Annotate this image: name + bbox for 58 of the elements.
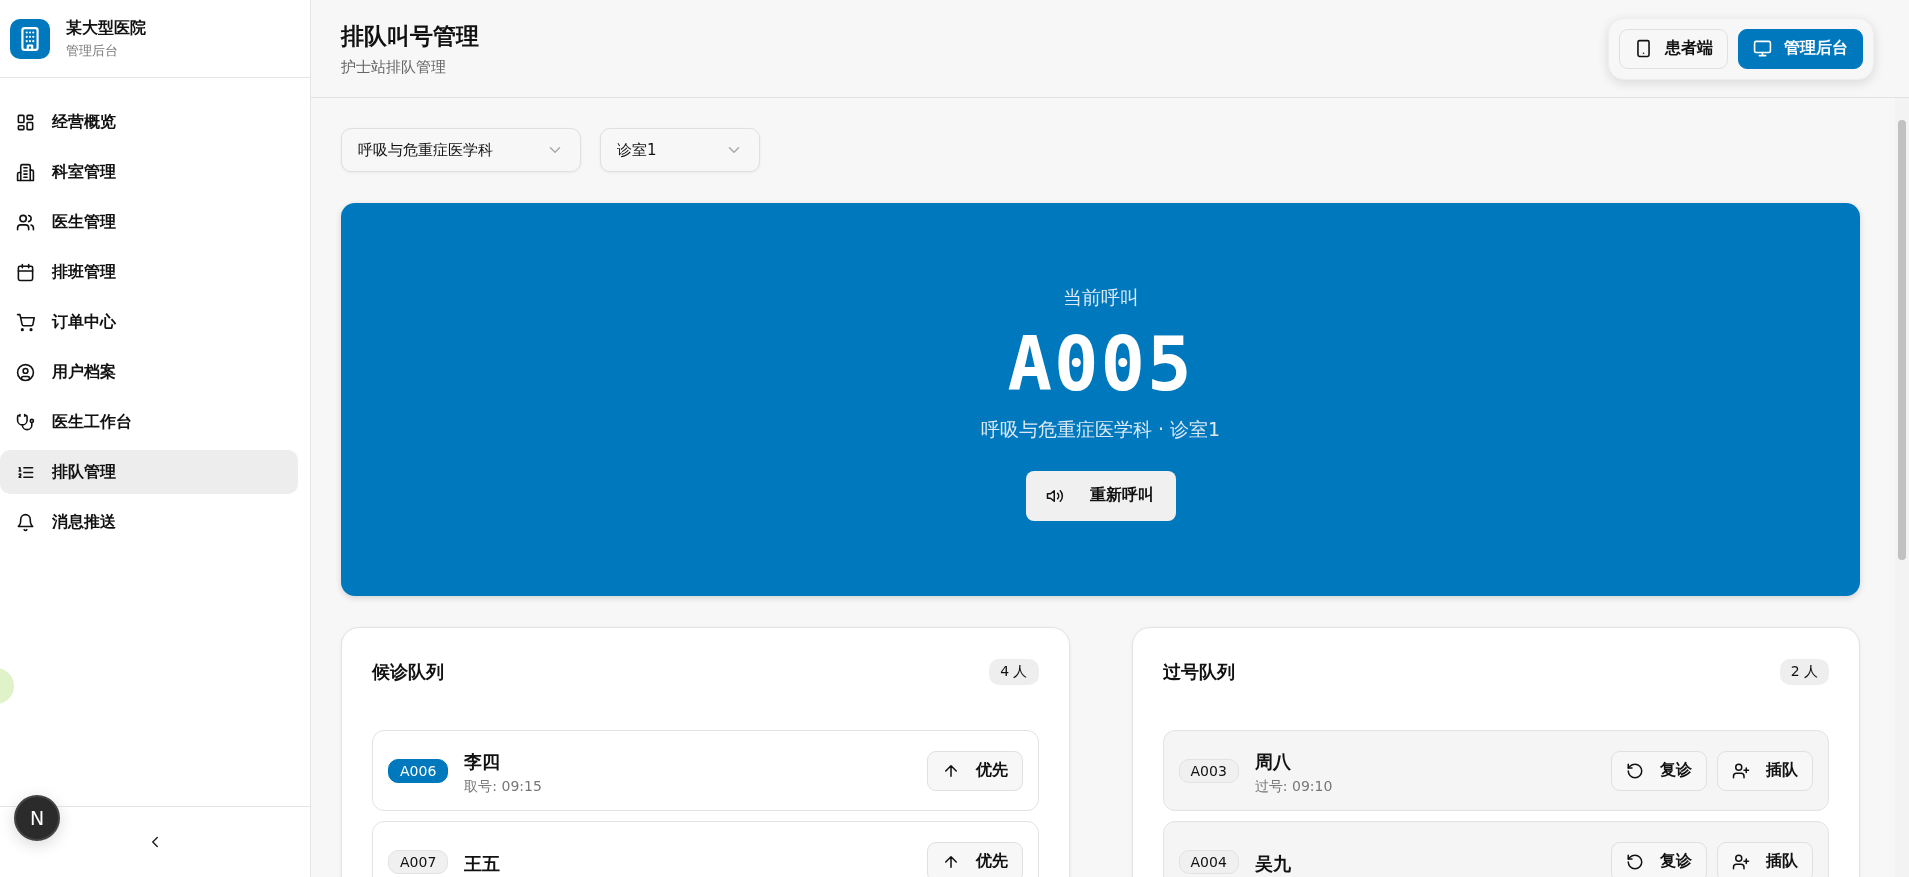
sidebar-item[interactable]: 科室管理 [0, 150, 298, 194]
dropdown-select[interactable]: 呼吸与危重症医学科 [341, 128, 581, 172]
patient-name: 周八 [1254, 749, 1292, 774]
ticket-number: A004 [1178, 849, 1239, 874]
cart-icon [16, 312, 35, 332]
scrollbar-thumb[interactable] [1898, 120, 1906, 560]
patient-name: 李四 [464, 749, 502, 774]
dev-badge[interactable]: N [14, 795, 60, 841]
sidebar-item[interactable]: 医生工作台 [0, 400, 298, 444]
scrollbar[interactable] [1895, 98, 1909, 877]
dropdown-select[interactable]: 诊室1 [600, 128, 760, 172]
sidebar-item[interactable]: 消息推送 [0, 500, 298, 544]
phone-icon [1634, 39, 1653, 58]
ticket-number: A007 [388, 849, 449, 874]
rotate-icon [1626, 761, 1644, 780]
sidebar-item[interactable]: 订单中心 [0, 300, 298, 344]
patient-name: 王五 [464, 851, 502, 876]
current-number: A005 [1007, 320, 1194, 407]
monitor-icon [1753, 39, 1772, 58]
action-button[interactable]: 复诊 [1611, 750, 1707, 791]
ticket-number: A003 [1178, 758, 1239, 783]
bell-icon [16, 512, 35, 532]
sidebar-item[interactable]: 用户档案 [0, 350, 298, 394]
action-button[interactable]: 优先 [926, 750, 1023, 791]
action-button[interactable]: 插队 [1717, 750, 1813, 791]
current-call-label: 当前呼叫 [1062, 284, 1139, 310]
call-location: 呼吸与危重症医学科 · 诊室1 [980, 416, 1221, 442]
ticket-time: 取号: 09:15 [464, 777, 543, 796]
queue-title: 候诊队列 [372, 660, 444, 684]
ticket-number: A006 [388, 758, 449, 783]
user-plus-icon [1732, 852, 1750, 871]
page-title: 排队叫号管理 [341, 21, 479, 51]
user-circle-icon [16, 362, 35, 382]
sidebar-item[interactable]: 排队管理 [0, 450, 298, 494]
sidebar-item[interactable]: 排班管理 [0, 250, 298, 294]
users-icon [16, 212, 35, 232]
calendar-icon [16, 262, 35, 282]
queue-title: 过号队列 [1162, 660, 1235, 684]
page-subtitle: 护士站排队管理 [341, 57, 447, 77]
sidebar-item[interactable]: 医生管理 [0, 200, 298, 244]
patient-name: 吴九 [1254, 851, 1292, 876]
building-icon [16, 162, 35, 182]
count-badge: 4 人 [989, 659, 1039, 685]
action-button[interactable]: 插队 [1717, 841, 1813, 877]
brand-name: 某大型医院 [66, 17, 146, 39]
brand-subtitle: 管理后台 [66, 41, 119, 60]
ticket-time: 过号: 09:10 [1254, 777, 1334, 796]
sidebar-item[interactable]: 经营概览 [0, 100, 298, 144]
stethoscope-icon [16, 412, 35, 432]
grid-icon [16, 112, 35, 132]
action-button[interactable]: 复诊 [1611, 841, 1707, 877]
recall-button[interactable]: 重新呼叫 [1025, 470, 1176, 521]
view-tab[interactable]: 患者端 [1619, 28, 1728, 69]
rotate-icon [1626, 852, 1644, 871]
count-badge: 2 人 [1779, 659, 1829, 685]
view-tab[interactable]: 管理后台 [1738, 28, 1863, 69]
action-button[interactable]: 优先 [926, 841, 1023, 877]
user-plus-icon [1732, 761, 1750, 780]
